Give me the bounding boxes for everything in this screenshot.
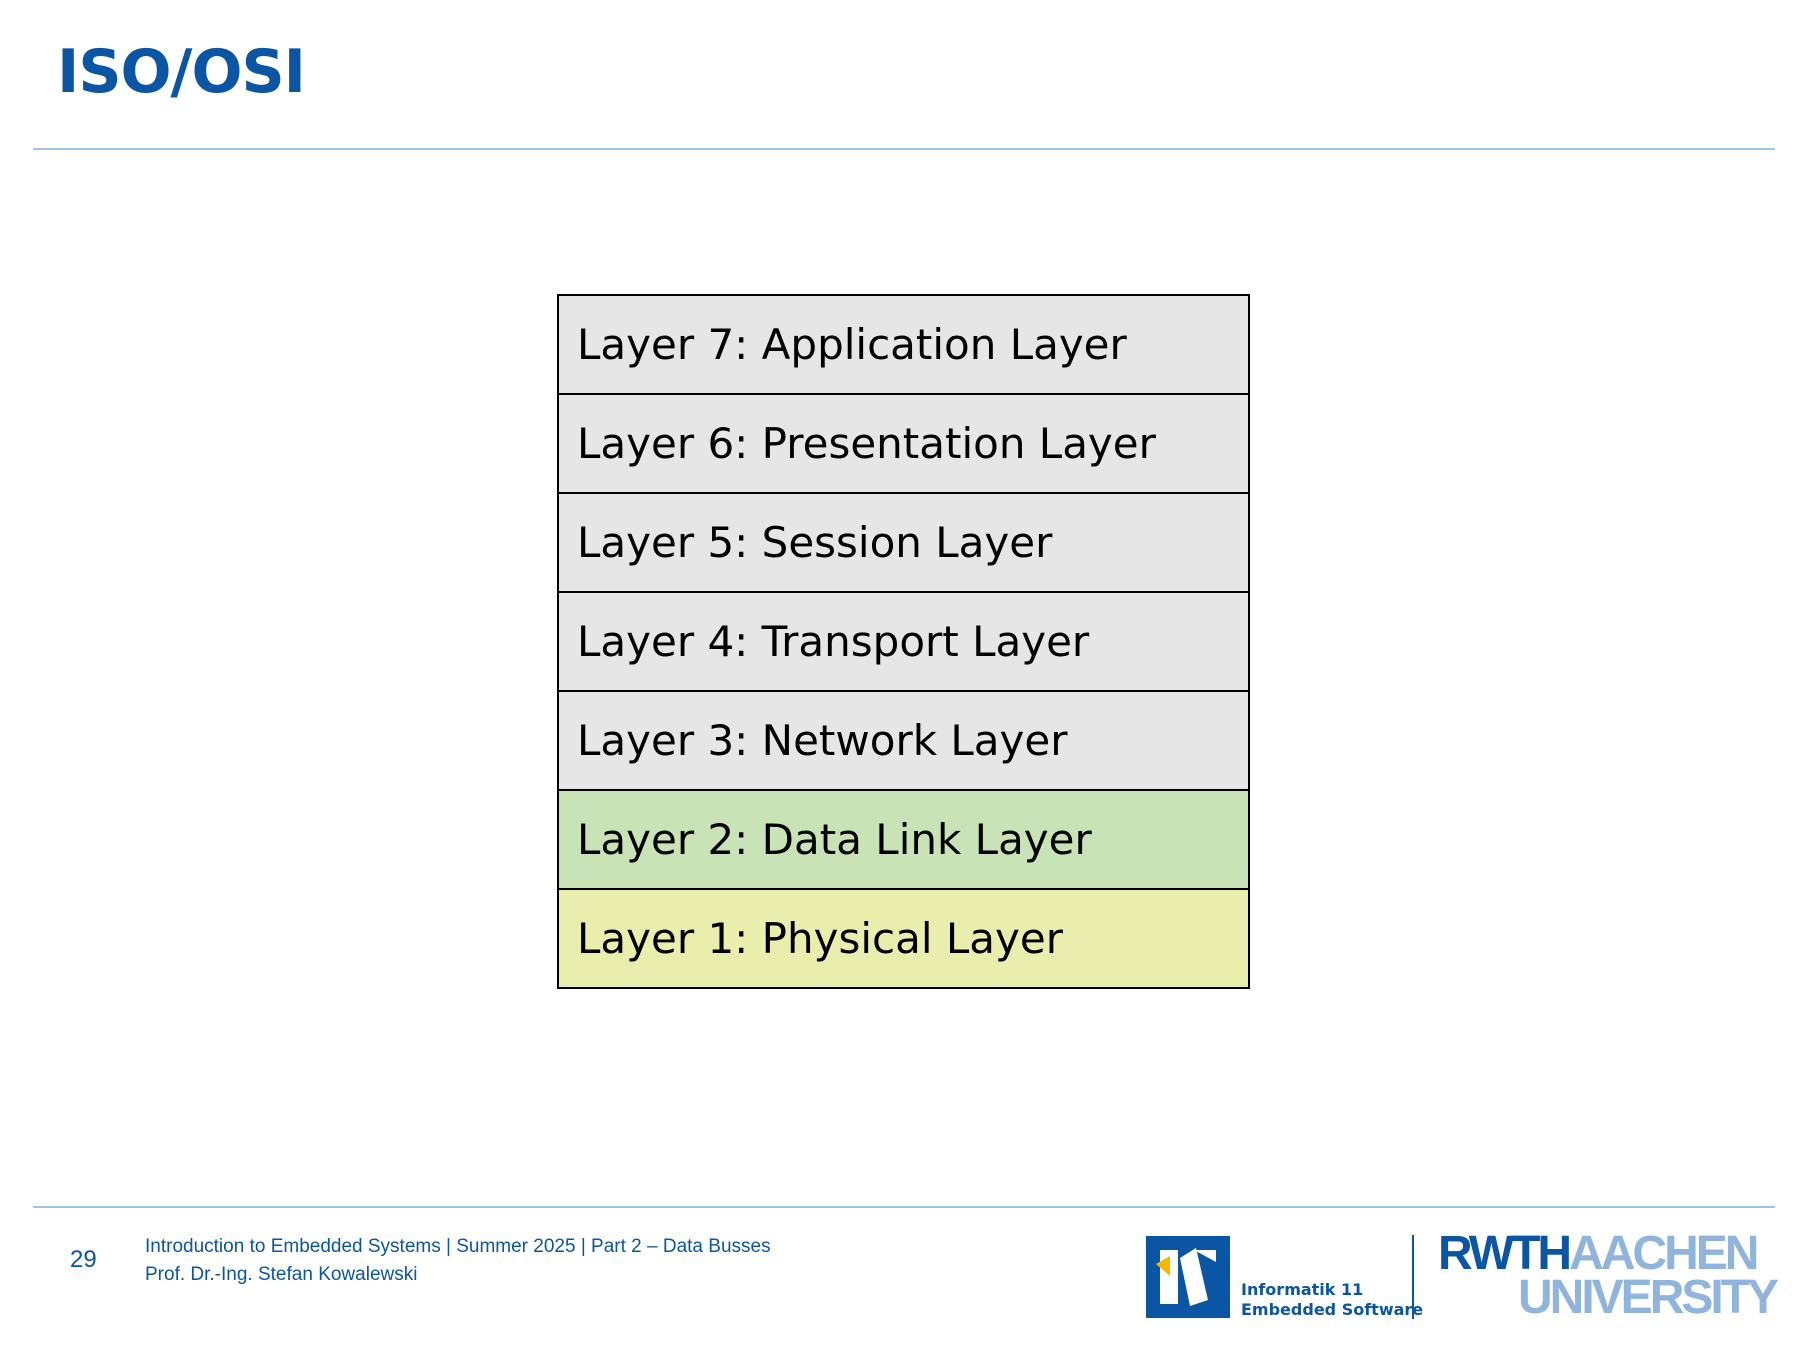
logo-divider — [1412, 1235, 1414, 1319]
i11-line-1: Informatik 11 — [1241, 1280, 1364, 1299]
footer-divider — [33, 1206, 1775, 1208]
layer-5-box: Layer 5: Session Layer — [559, 494, 1248, 593]
layer-2-box: Layer 2: Data Link Layer — [559, 791, 1248, 890]
university-wordmark: UNIVERSITY — [1518, 1271, 1779, 1324]
informatik-11-label: Informatik 11 Embedded Software — [1241, 1280, 1423, 1320]
course-line: Introduction to Embedded Systems | Summe… — [145, 1236, 771, 1257]
page-number: 29 — [70, 1246, 97, 1273]
osi-layer-stack: Layer 7: Application Layer Layer 6: Pres… — [557, 294, 1250, 989]
layer-7-box: Layer 7: Application Layer — [559, 296, 1248, 395]
i11-line-2: Embedded Software — [1241, 1300, 1424, 1319]
layer-3-box: Layer 3: Network Layer — [559, 692, 1248, 791]
footer-info: Introduction to Embedded Systems | Summe… — [145, 1233, 771, 1289]
author-line: Prof. Dr.-Ing. Stefan Kowalewski — [145, 1264, 418, 1285]
header-divider — [33, 148, 1775, 150]
rwth-aachen-logo: RWTHAACHEN UNIVERSITY — [1438, 1230, 1779, 1324]
layer-1-box: Layer 1: Physical Layer — [559, 890, 1248, 987]
slide-title: ISO/OSI — [57, 37, 306, 107]
informatik-11-logo-icon — [1146, 1236, 1230, 1318]
layer-6-box: Layer 6: Presentation Layer — [559, 395, 1248, 494]
layer-4-box: Layer 4: Transport Layer — [559, 593, 1248, 692]
